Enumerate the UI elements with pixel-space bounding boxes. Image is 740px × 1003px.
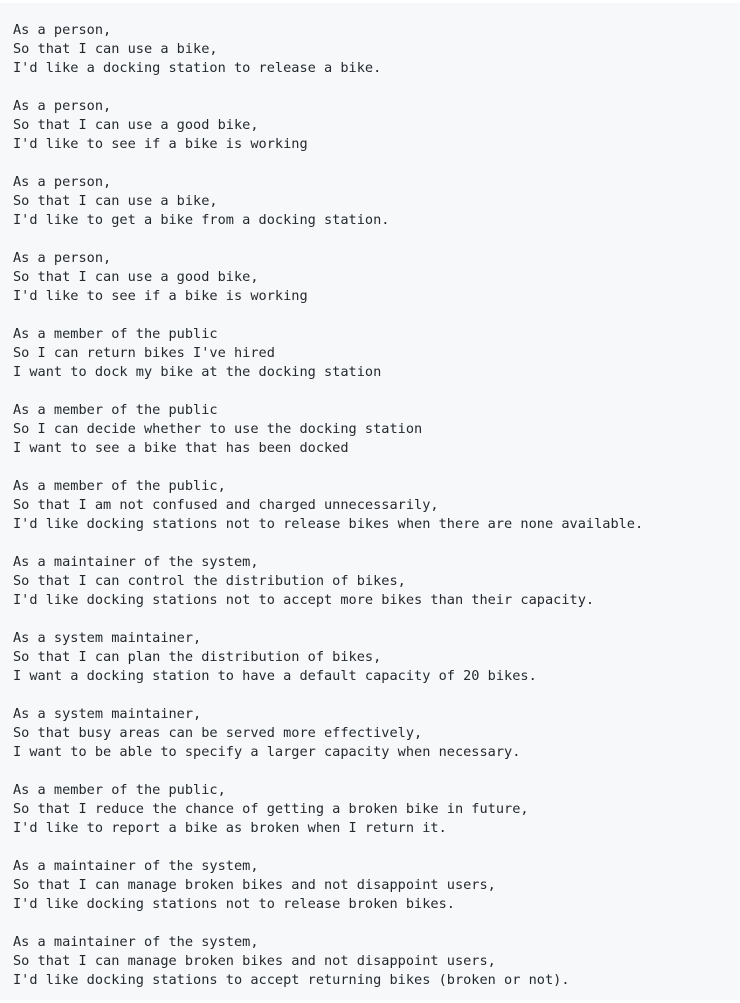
user-story: As a system maintainer, So that I can pl… (13, 629, 740, 686)
story-line: I want to see a bike that has been docke… (13, 440, 349, 456)
user-story: As a person, So that I can use a good bi… (13, 97, 740, 154)
story-line: As a person, (13, 174, 112, 190)
story-line: As a system maintainer, (13, 630, 202, 646)
story-line: So that I can use a good bike, (13, 269, 259, 285)
story-line: As a person, (13, 98, 112, 114)
story-line: I'd like docking stations not to accept … (13, 592, 595, 608)
story-line: I'd like to see if a bike is working (13, 136, 308, 152)
story-line: As a person, (13, 22, 112, 38)
story-line: I'd like to get a bike from a docking st… (13, 212, 390, 228)
story-line: I'd like to report a bike as broken when… (13, 820, 447, 836)
story-line: I want a docking station to have a defau… (13, 668, 537, 684)
story-line: I want to be able to specify a larger ca… (13, 744, 521, 760)
story-line: I'd like docking stations not to release… (13, 896, 455, 912)
user-story: As a person, So that I can use a bike, I… (13, 173, 740, 230)
user-story: As a person, So that I can use a bike, I… (13, 21, 740, 78)
code-block: As a person, So that I can use a bike, I… (0, 3, 740, 1000)
story-line: As a system maintainer, (13, 706, 202, 722)
story-line: As a member of the public, (13, 478, 226, 494)
story-line: I'd like to see if a bike is working (13, 288, 308, 304)
story-line: So that I reduce the chance of getting a… (13, 801, 529, 817)
story-line: I'd like docking stations not to release… (13, 516, 644, 532)
story-line: So that I can manage broken bikes and no… (13, 877, 496, 893)
story-line: As a maintainer of the system, (13, 934, 259, 950)
story-line: I'd like docking stations to accept retu… (13, 972, 570, 988)
story-line: So that I can plan the distribution of b… (13, 649, 382, 665)
story-line: So I can decide whether to use the docki… (13, 421, 423, 437)
story-line: As a member of the public, (13, 782, 226, 798)
story-line: So that I am not confused and charged un… (13, 497, 439, 513)
user-story: As a member of the public So I can decid… (13, 401, 740, 458)
user-story: As a person, So that I can use a good bi… (13, 249, 740, 306)
story-line: As a maintainer of the system, (13, 858, 259, 874)
user-story: As a system maintainer, So that busy are… (13, 705, 740, 762)
story-line: So that I can use a bike, (13, 41, 218, 57)
story-line: As a person, (13, 250, 112, 266)
user-story: As a member of the public, So that I am … (13, 477, 740, 534)
user-story: As a maintainer of the system, So that I… (13, 553, 740, 610)
story-line: As a member of the public (13, 402, 218, 418)
story-line: So that busy areas can be served more ef… (13, 725, 423, 741)
story-line: So that I can manage broken bikes and no… (13, 953, 496, 969)
user-story: As a member of the public So I can retur… (13, 325, 740, 382)
story-line: So that I can use a good bike, (13, 117, 259, 133)
user-story: As a member of the public, So that I red… (13, 781, 740, 838)
story-line: As a member of the public (13, 326, 218, 342)
user-story: As a maintainer of the system, So that I… (13, 857, 740, 914)
story-line: So that I can control the distribution o… (13, 573, 406, 589)
user-story: As a maintainer of the system, So that I… (13, 933, 740, 990)
story-line: I want to dock my bike at the docking st… (13, 364, 382, 380)
story-line: So that I can use a bike, (13, 193, 218, 209)
story-line: As a maintainer of the system, (13, 554, 259, 570)
story-line: So I can return bikes I've hired (13, 345, 275, 361)
story-line: I'd like a docking station to release a … (13, 60, 382, 76)
